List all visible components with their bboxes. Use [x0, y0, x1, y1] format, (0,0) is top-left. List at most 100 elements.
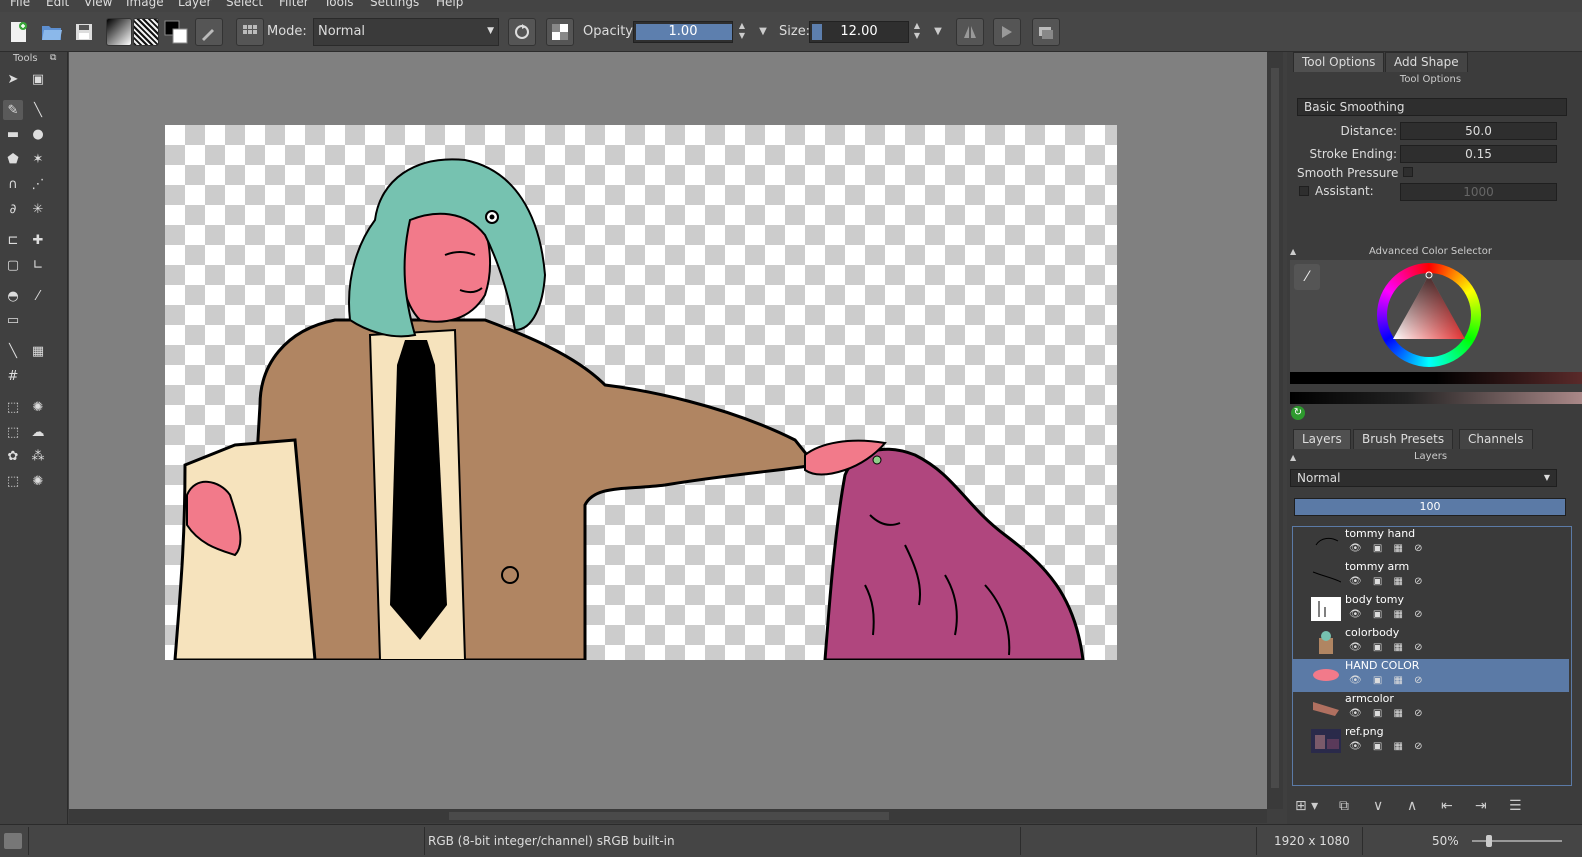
layer-opacity-slider[interactable]: 100	[1294, 498, 1566, 516]
gradient-tool-icon[interactable]: ▭	[3, 310, 23, 330]
ellipse-select-icon[interactable]: ✺	[28, 397, 48, 417]
tab-layers[interactable]: Layers	[1293, 429, 1351, 449]
eyedropper-icon[interactable]: ⁄	[1294, 264, 1320, 290]
layer-visibility-icons[interactable]: 👁 ▣ ▦ ⊘	[1349, 609, 1427, 620]
contiguous-select-icon[interactable]: ✿	[3, 446, 23, 466]
layer-properties-icon[interactable]: ☰	[1509, 798, 1522, 814]
reload-preset-icon[interactable]	[508, 18, 536, 46]
color-triangle[interactable]	[1377, 263, 1481, 367]
layer-row-colorbody[interactable]: colorbody 👁 ▣ ▦ ⊘	[1293, 626, 1569, 659]
rectangle-tool-icon[interactable]: ▬	[3, 124, 23, 144]
open-folder-icon[interactable]	[38, 18, 66, 46]
menu-settings[interactable]: Settings	[370, 0, 419, 9]
brush-preview-icon[interactable]	[4, 833, 22, 849]
layer-row-body-tomy[interactable]: body tomy 👁 ▣ ▦ ⊘	[1293, 593, 1569, 626]
horizontal-scrollbar[interactable]	[69, 809, 1267, 823]
image-canvas[interactable]	[165, 125, 1117, 660]
bezier-select-icon[interactable]: ⬚	[3, 471, 23, 491]
move-layer-down-icon[interactable]: ∨	[1373, 798, 1383, 814]
color-shade-bar[interactable]	[1290, 372, 1582, 384]
layer-visibility-icons[interactable]: 👁 ▣ ▦ ⊘	[1349, 642, 1427, 653]
freehand-brush-icon[interactable]: ✎	[3, 100, 23, 120]
assistant-checkbox[interactable]	[1299, 186, 1309, 196]
move-tool-icon[interactable]: ✚	[28, 230, 48, 250]
rect-select-icon[interactable]: ⬚	[3, 397, 23, 417]
assistant-tool-icon[interactable]: ╲	[3, 341, 23, 361]
gradient-preset-icon[interactable]	[106, 18, 132, 46]
stroke-ending-slider[interactable]: 0.15	[1400, 145, 1557, 163]
choose-workspace-icon[interactable]	[236, 18, 264, 46]
color-picker-icon[interactable]: ⁄	[28, 286, 48, 306]
crop-tool-icon[interactable]: ⊏	[3, 230, 23, 250]
tab-brush-presets[interactable]: Brush Presets	[1353, 429, 1454, 449]
color-value-bar[interactable]	[1290, 392, 1582, 404]
layer-row-tommy-arm[interactable]: tommy arm 👁 ▣ ▦ ⊘	[1293, 560, 1569, 593]
tab-add-shape[interactable]: Add Shape	[1385, 52, 1468, 72]
ellipse-tool-icon[interactable]: ●	[28, 124, 48, 144]
layer-visibility-icons[interactable]: 👁 ▣ ▦ ⊘	[1349, 576, 1427, 587]
opacity-spin-icon[interactable]: ▲ ▼	[735, 21, 749, 43]
layer-blend-mode-combo[interactable]: Normal ▼	[1290, 469, 1557, 487]
grid-tool-icon[interactable]: #	[3, 366, 23, 386]
tab-tool-options[interactable]: Tool Options	[1293, 52, 1385, 72]
menu-image[interactable]: Image	[126, 0, 164, 9]
bezier-tool-icon[interactable]: ∩	[3, 174, 23, 194]
size-dropdown-icon[interactable]: ▼	[931, 21, 945, 43]
layer-visibility-icons[interactable]: 👁 ▣ ▦ ⊘	[1349, 708, 1427, 719]
move-layer-up-icon[interactable]: ∧	[1407, 798, 1417, 814]
brush-preset-icon[interactable]	[195, 18, 223, 46]
perspective-grid-icon[interactable]: ▦	[28, 341, 48, 361]
new-document-icon[interactable]	[4, 18, 32, 46]
assistant-slider[interactable]: 1000	[1400, 183, 1557, 201]
select-shapes-icon[interactable]: ➤	[3, 69, 23, 89]
freehand-select-icon[interactable]: ☁	[28, 422, 48, 442]
layer-row-ref-png[interactable]: ref.png 👁 ▣ ▦ ⊘	[1293, 725, 1569, 758]
layer-row-armcolor[interactable]: armcolor 👁 ▣ ▦ ⊘	[1293, 692, 1569, 725]
polygon-select-icon[interactable]: ⬚	[3, 422, 23, 442]
transform-tool-icon[interactable]: ▢	[3, 255, 23, 275]
smooth-pressure-checkbox[interactable]	[1403, 167, 1413, 177]
opacity-dropdown-icon[interactable]: ▼	[756, 21, 770, 43]
line-tool-icon[interactable]: ╲	[28, 100, 48, 120]
blend-mode-combo[interactable]: Normal ▼	[313, 18, 499, 46]
menu-filter[interactable]: Filter	[279, 0, 309, 9]
vertical-scroll-thumb[interactable]	[1271, 68, 1279, 788]
menu-select[interactable]: Select	[226, 0, 263, 9]
zoom-slider-handle[interactable]	[1486, 835, 1492, 847]
layer-visibility-icons[interactable]: 👁 ▣ ▦ ⊘	[1349, 741, 1427, 752]
size-spin-icon[interactable]: ▲ ▼	[910, 21, 924, 43]
workspace-icon[interactable]	[1032, 18, 1060, 46]
zoom-slider[interactable]	[1472, 835, 1562, 847]
fill-tool-icon[interactable]: ◓	[3, 286, 23, 306]
alpha-lock-icon[interactable]	[546, 18, 574, 46]
menu-view[interactable]: View	[84, 0, 112, 9]
layer-row-tommy-hand[interactable]: tommy hand 👁 ▣ ▦ ⊘	[1293, 527, 1569, 560]
menu-tools[interactable]: Tools	[324, 0, 354, 9]
menu-file[interactable]: File	[10, 0, 30, 9]
layer-list[interactable]: tommy hand 👁 ▣ ▦ ⊘ tommy arm 👁 ▣ ▦ ⊘ bod…	[1292, 526, 1572, 786]
layer-outdent-icon[interactable]: ⇤	[1441, 798, 1453, 814]
distance-slider[interactable]: 50.0	[1400, 122, 1557, 140]
layer-indent-icon[interactable]: ⇥	[1475, 798, 1487, 814]
canvas-area[interactable]	[69, 52, 1267, 809]
layer-row-hand-color[interactable]: HAND COLOR 👁 ▣ ▦ ⊘	[1293, 659, 1569, 692]
magic-wand-icon[interactable]: ⁂	[28, 446, 48, 466]
hue-ring[interactable]	[1377, 263, 1481, 367]
polygon-tool-icon[interactable]: ⬟	[3, 149, 23, 169]
pattern-preset-icon[interactable]	[133, 18, 159, 46]
mirror-horizontal-icon[interactable]	[956, 18, 984, 46]
fg-bg-color-icon[interactable]	[162, 18, 190, 46]
float-panel-icon[interactable]: ⧉	[50, 53, 56, 63]
menu-edit[interactable]: Edit	[46, 0, 69, 9]
horizontal-scroll-thumb[interactable]	[449, 812, 889, 820]
layer-visibility-icons[interactable]: 👁 ▣ ▦ ⊘	[1349, 675, 1427, 686]
smoothing-combo[interactable]: Basic Smoothing	[1297, 98, 1567, 116]
layer-visibility-icons[interactable]: 👁 ▣ ▦ ⊘	[1349, 543, 1427, 554]
advanced-color-selector[interactable]: ⁄	[1290, 260, 1582, 372]
measure-tool-icon[interactable]: ∟	[28, 255, 48, 275]
polyline-tool-icon[interactable]: ✶	[28, 149, 48, 169]
dynamic-brush-icon[interactable]: ∂	[3, 199, 23, 219]
freehand-path-icon[interactable]: ⋰	[28, 174, 48, 194]
magnetic-select-icon[interactable]: ✺	[28, 471, 48, 491]
text-tool-icon[interactable]: ▣	[28, 69, 48, 89]
